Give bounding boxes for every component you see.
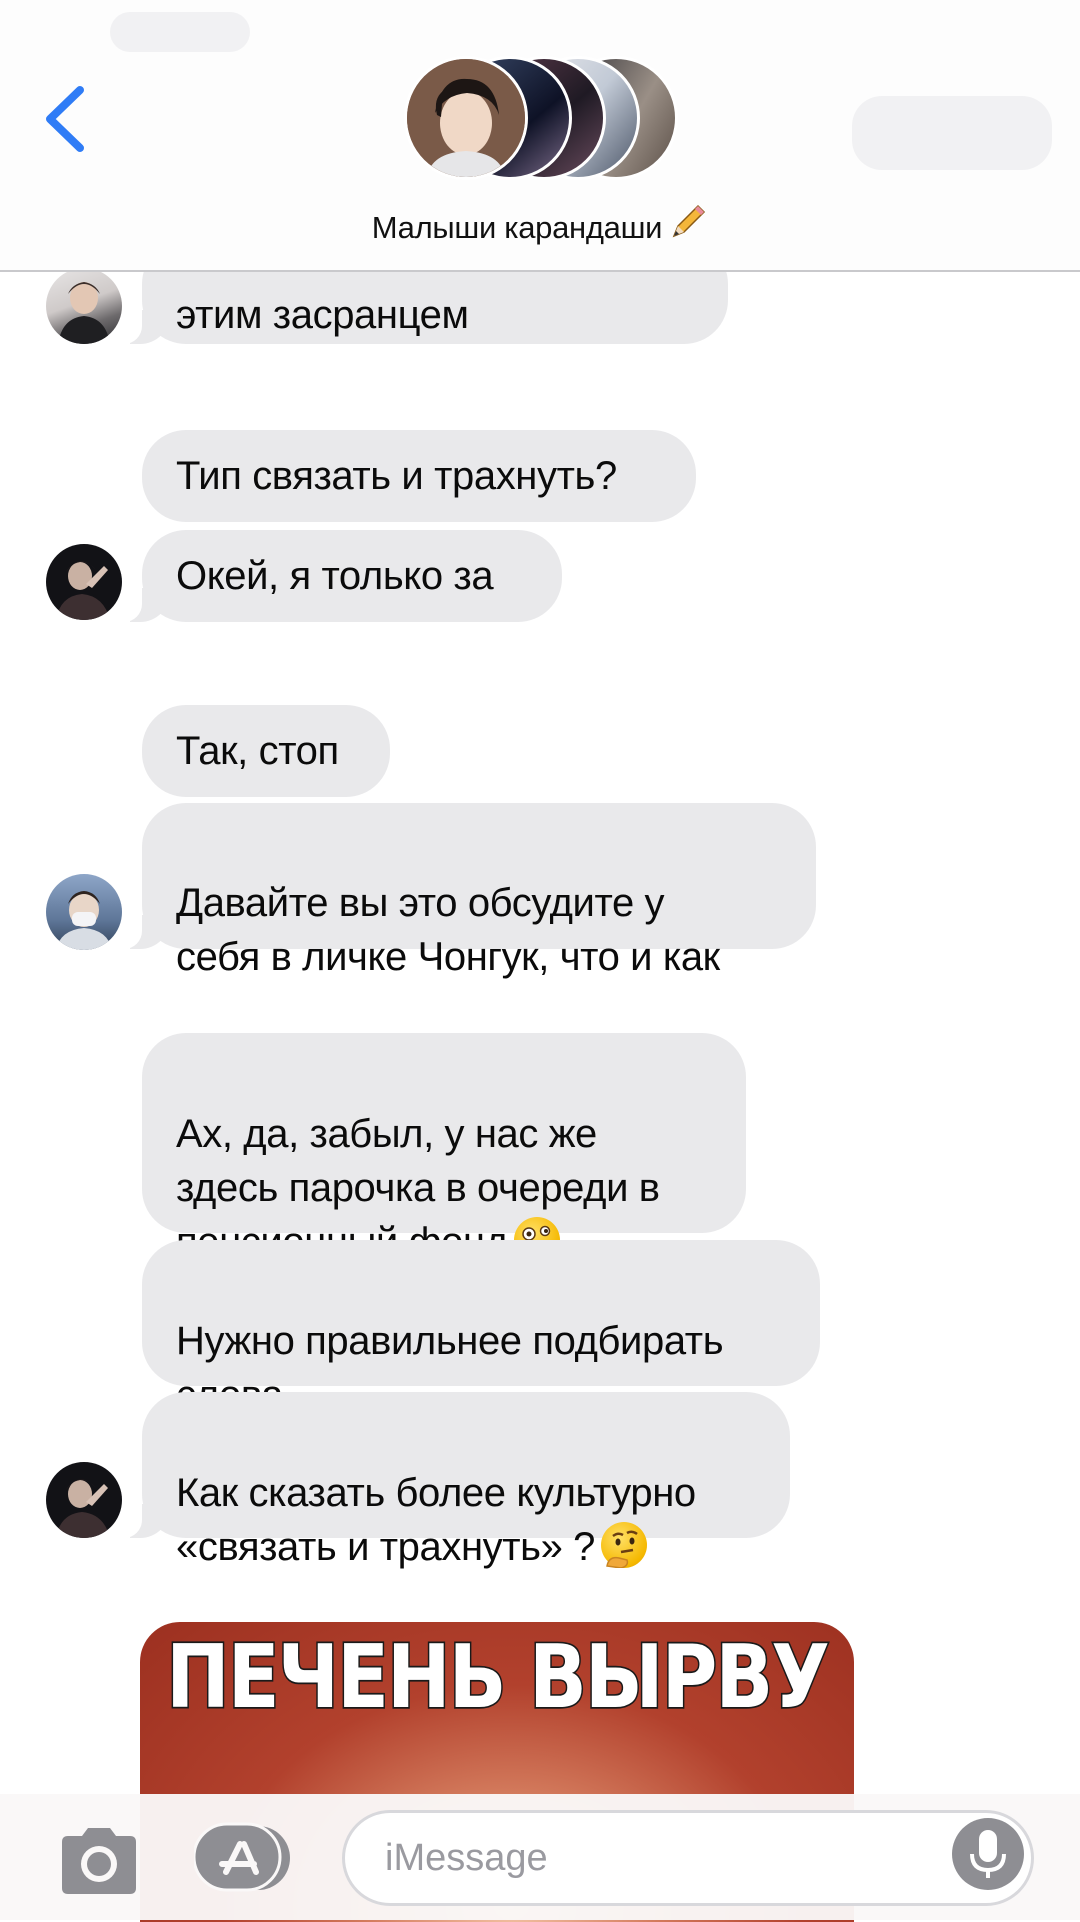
microphone-button[interactable]: [950, 1816, 1026, 1892]
message-bubble[interactable]: Нужно правильнее подбирать слова: [142, 1240, 820, 1417]
message-bubble[interactable]: Ах, да, забыл, у нас же здесь парочка в …: [142, 1033, 746, 1264]
message-text: Так, стоп: [176, 729, 339, 773]
imessage-input[interactable]: [342, 1810, 1034, 1906]
header-blur-right: [852, 96, 1052, 170]
message-text: Тип связать и трахнуть?: [176, 454, 617, 498]
pencil-icon: [668, 202, 708, 250]
sender-avatar[interactable]: [46, 1462, 122, 1538]
meme-caption: ПЕЧЕНЬ ВЫРВУ: [165, 1624, 832, 1730]
message-bubble[interactable]: Как сказать более культурно «связать и т…: [118, 1392, 790, 1569]
thinking-face-emoji: [601, 1522, 648, 1568]
apps-button[interactable]: [192, 1822, 294, 1894]
group-name: Малыши карандаши: [371, 210, 663, 245]
chevron-left-icon: [46, 86, 84, 152]
compose-bar: [0, 1794, 1080, 1920]
message-bubble[interactable]: Так, стоп: [142, 705, 390, 797]
microphone-icon: [952, 1818, 1024, 1890]
sender-avatar[interactable]: [46, 544, 122, 620]
sender-avatar[interactable]: [46, 874, 122, 950]
message-text: Окей, я только за: [176, 554, 494, 598]
app-store-icon: [192, 1822, 290, 1892]
message-text: Давайте вы это обсудите у себя в личке Ч…: [176, 881, 720, 979]
camera-button[interactable]: [56, 1824, 142, 1898]
camera-icon: [62, 1828, 136, 1894]
header-blur-left: [110, 12, 250, 52]
message-text: этим засранцем: [176, 293, 469, 337]
message-bubble[interactable]: Давайте вы это обсудите у себя в личке Ч…: [118, 803, 816, 979]
message-bubble[interactable]: Тип связать и трахнуть?: [142, 430, 696, 522]
message-bubble[interactable]: Окей, я только за: [118, 530, 562, 622]
back-button[interactable]: [40, 82, 90, 156]
sender-avatar[interactable]: [46, 268, 122, 344]
conversation-header: Малыши карандаши: [0, 0, 1080, 272]
group-member-avatar: [404, 56, 528, 180]
message-thread: этим засранцем Тип связать и трахнуть? О…: [0, 0, 1080, 1922]
group-title[interactable]: Малыши карандаши: [0, 202, 1080, 250]
group-avatar-stack[interactable]: [404, 56, 678, 180]
